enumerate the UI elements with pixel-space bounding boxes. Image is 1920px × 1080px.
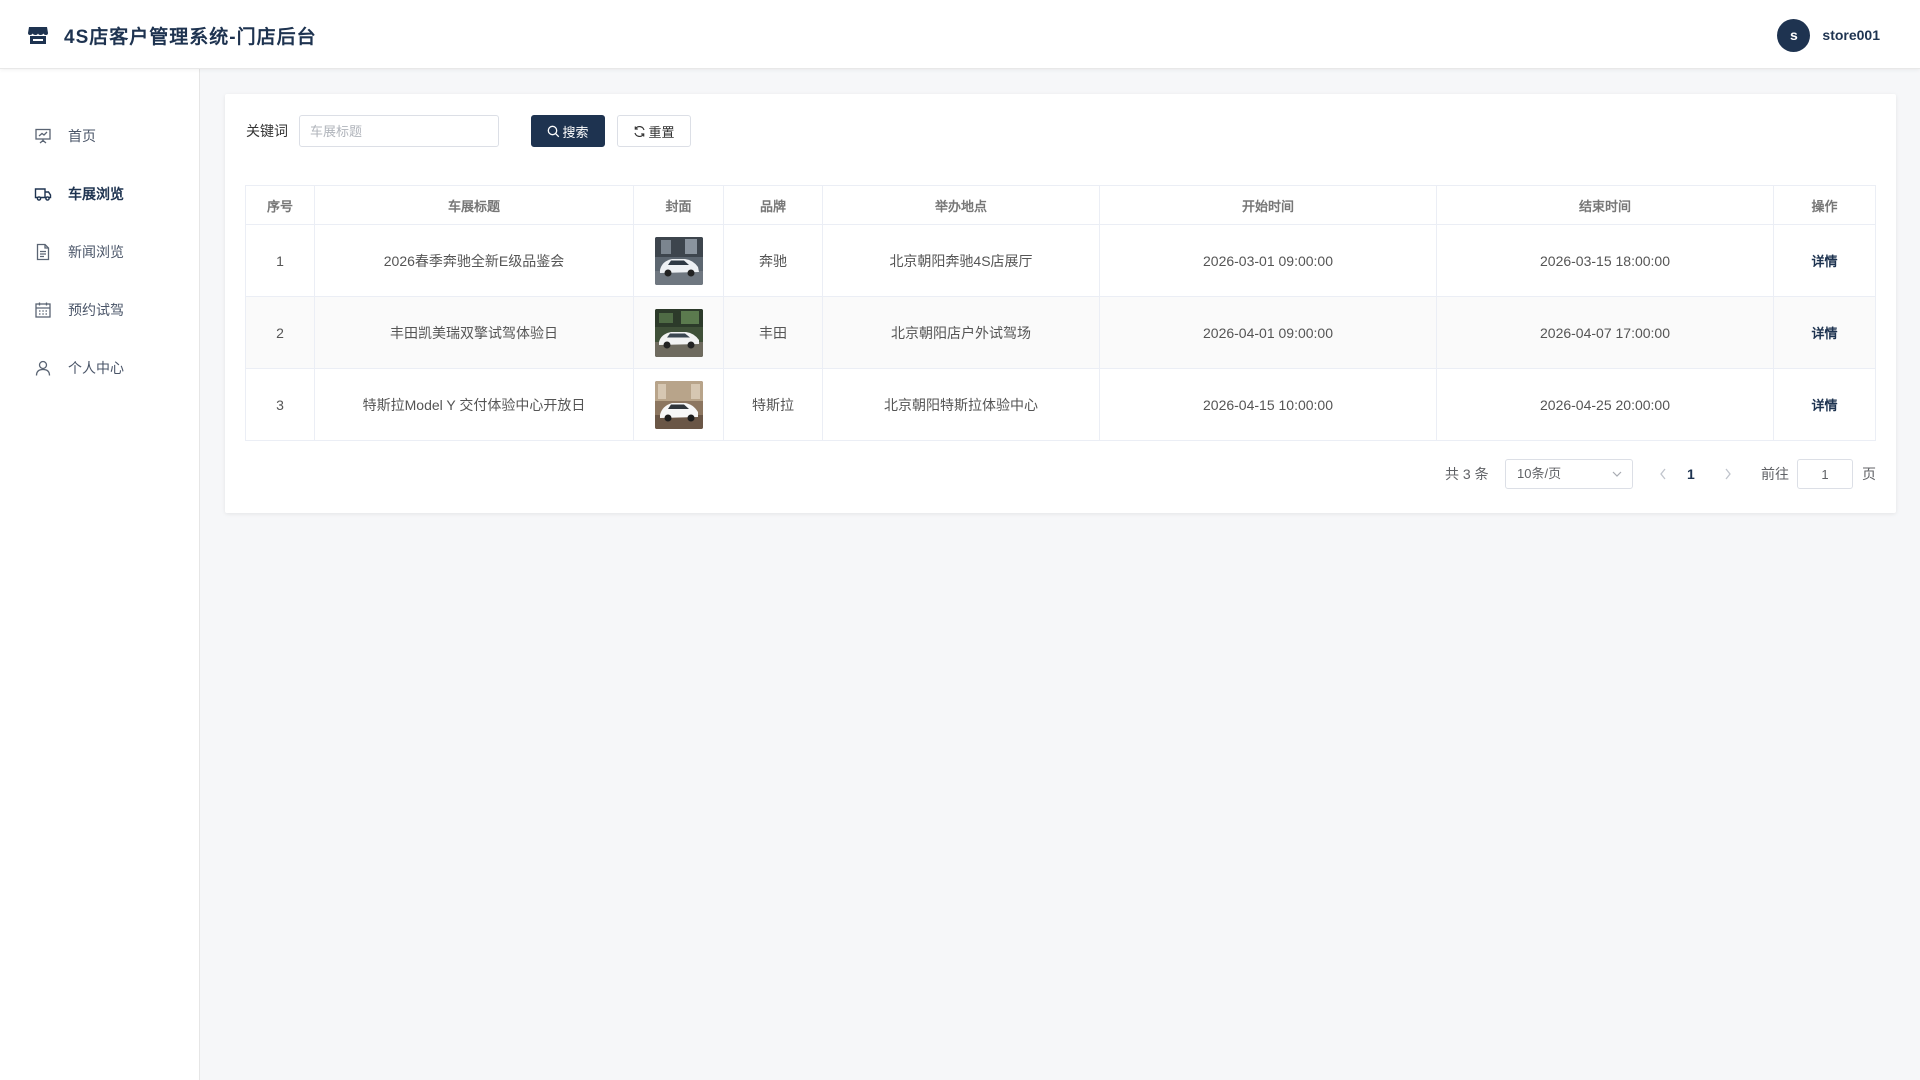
goto-page-input[interactable] [1797, 459, 1853, 489]
row-brand: 奔驰 [723, 224, 823, 297]
cover-image[interactable] [654, 308, 703, 357]
truck-icon [34, 185, 52, 203]
row-location: 北京朝阳特斯拉体验中心 [822, 368, 1100, 441]
page-unit-label: 页 [1862, 466, 1876, 482]
cover-image[interactable] [654, 380, 703, 429]
car-show-table: 序号 车展标题 封面 品牌 举办地点 开始时间 结束时间 操作 1 2026春季… [245, 185, 1876, 441]
keyword-label: 关键词 [246, 123, 288, 139]
username[interactable]: store001 [1822, 27, 1880, 43]
top-header: 4S店客户管理系统-门店后台 s store001 [0, 0, 1920, 69]
storefront-icon [28, 27, 48, 44]
car-show-list-card: 关键词 搜索 重置 序号 车展标题 封面 品牌 举办地点 开始时间 结束时间 [225, 94, 1896, 513]
chevron-down-icon [1612, 471, 1622, 477]
avatar[interactable]: s [1777, 18, 1811, 52]
sidebar-item-label: 个人中心 [68, 360, 124, 376]
row-title: 2026春季奔驰全新E级品鉴会 [314, 224, 634, 297]
detail-link[interactable]: 详情 [1811, 326, 1837, 341]
search-icon [548, 125, 560, 137]
row-title: 特斯拉Model Y 交付体验中心开放日 [314, 368, 634, 441]
search-button[interactable]: 搜索 [531, 115, 605, 147]
detail-link[interactable]: 详情 [1811, 398, 1837, 413]
sidebar-item-label: 预约试驾 [68, 302, 124, 318]
goto-label: 前往 [1761, 466, 1789, 482]
sidebar-item-news[interactable]: 新闻浏览 [0, 232, 199, 272]
column-header: 品牌 [723, 185, 823, 225]
cover-image[interactable] [654, 236, 703, 285]
table-row: 3 特斯拉Model Y 交付体验中心开放日 特斯拉 北京朝阳特斯拉体验中心 2… [245, 368, 1876, 441]
table-row: 2 丰田凯美瑞双擎试驾体验日 丰田 北京朝阳店户外试驾场 2026-04-01 … [245, 296, 1876, 369]
refresh-icon [634, 125, 646, 137]
row-location: 北京朝阳奔驰4S店展厅 [822, 224, 1100, 297]
user-icon [34, 359, 52, 377]
app-title: 4S店客户管理系统-门店后台 [64, 27, 317, 48]
row-start-time: 2026-03-01 09:00:00 [1099, 224, 1437, 297]
column-header: 开始时间 [1099, 185, 1437, 225]
sidebar-item-label: 首页 [68, 128, 96, 144]
column-header: 封面 [633, 185, 724, 225]
cover-cell [633, 296, 724, 369]
search-button-label: 搜索 [562, 124, 589, 140]
chevron-left-icon[interactable] [1658, 467, 1668, 481]
row-end-time: 2026-03-15 18:00:00 [1436, 224, 1774, 297]
sidebar-item-label: 车展浏览 [68, 186, 124, 202]
action-cell: 详情 [1773, 224, 1876, 297]
row-index: 1 [245, 224, 315, 297]
action-cell: 详情 [1773, 296, 1876, 369]
reset-button-label: 重置 [648, 124, 675, 140]
keyword-search-input[interactable] [299, 115, 499, 147]
table-row: 1 2026春季奔驰全新E级品鉴会 奔驰 北京朝阳奔驰4S店展厅 2026-03… [245, 224, 1876, 297]
column-header: 车展标题 [314, 185, 634, 225]
row-location: 北京朝阳店户外试驾场 [822, 296, 1100, 369]
row-start-time: 2026-04-15 10:00:00 [1099, 368, 1437, 441]
table-header-row: 序号 车展标题 封面 品牌 举办地点 开始时间 结束时间 操作 [245, 185, 1876, 225]
column-header: 操作 [1773, 185, 1876, 225]
reset-button[interactable]: 重置 [617, 115, 691, 147]
row-brand: 特斯拉 [723, 368, 823, 441]
document-icon [34, 243, 52, 261]
sidebar-item-profile[interactable]: 个人中心 [0, 348, 199, 388]
column-header: 举办地点 [822, 185, 1100, 225]
row-start-time: 2026-04-01 09:00:00 [1099, 296, 1437, 369]
sidebar: 首页 车展浏览 新闻浏览 预约试驾 个人中心 [0, 69, 200, 1080]
presentation-icon [34, 127, 52, 145]
column-header: 结束时间 [1436, 185, 1774, 225]
sidebar-item-car-shows[interactable]: 车展浏览 [0, 174, 199, 214]
row-title: 丰田凯美瑞双擎试驾体验日 [314, 296, 634, 369]
action-cell: 详情 [1773, 368, 1876, 441]
cover-cell [633, 224, 724, 297]
column-header: 序号 [245, 185, 315, 225]
chevron-right-icon[interactable] [1723, 467, 1733, 481]
row-end-time: 2026-04-07 17:00:00 [1436, 296, 1774, 369]
sidebar-item-label: 新闻浏览 [68, 244, 124, 260]
page-number-current[interactable]: 1 [1687, 466, 1695, 482]
pagination-total: 共 3 条 [1445, 466, 1489, 482]
cover-cell [633, 368, 724, 441]
calendar-icon [34, 301, 52, 319]
user-menu[interactable]: s store001 [1777, 18, 1880, 52]
row-index: 3 [245, 368, 315, 441]
row-end-time: 2026-04-25 20:00:00 [1436, 368, 1774, 441]
page-size-select[interactable]: 10条/页 [1505, 459, 1633, 489]
row-brand: 丰田 [723, 296, 823, 369]
page-size-value: 10条/页 [1517, 466, 1562, 481]
sidebar-item-test-drive[interactable]: 预约试驾 [0, 290, 199, 330]
row-index: 2 [245, 296, 315, 369]
detail-link[interactable]: 详情 [1811, 254, 1837, 269]
sidebar-item-home[interactable]: 首页 [0, 116, 199, 156]
